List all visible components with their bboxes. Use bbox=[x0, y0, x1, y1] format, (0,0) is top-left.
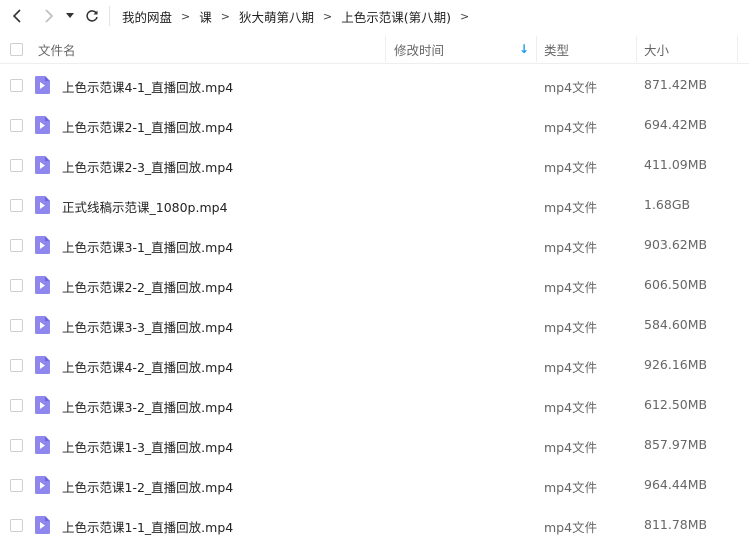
file-size: 612.50MB bbox=[644, 397, 708, 412]
file-size: 926.16MB bbox=[644, 357, 708, 372]
video-file-icon bbox=[34, 116, 50, 134]
select-all-checkbox[interactable] bbox=[10, 34, 23, 64]
file-row[interactable]: 上色示范课3-1_直播回放.mp4 mp4文件 903.62MB bbox=[0, 225, 749, 265]
breadcrumb-item[interactable]: 课 bbox=[199, 7, 212, 26]
row-checkbox[interactable] bbox=[10, 359, 23, 372]
video-file-icon bbox=[34, 276, 50, 294]
file-size: 903.62MB bbox=[644, 237, 708, 252]
video-file-icon bbox=[34, 196, 50, 214]
file-row[interactable]: 上色示范课1-1_直播回放.mp4 mp4文件 811.78MB bbox=[0, 505, 749, 545]
column-divider[interactable] bbox=[737, 36, 738, 62]
file-size: 411.09MB bbox=[644, 157, 708, 172]
column-header-modified[interactable]: 修改时间 bbox=[394, 34, 444, 64]
file-name[interactable]: 上色示范课3-2_直播回放.mp4 bbox=[62, 397, 233, 416]
video-file-icon bbox=[34, 396, 50, 414]
file-row[interactable]: 上色示范课1-2_直播回放.mp4 mp4文件 964.44MB bbox=[0, 465, 749, 505]
refresh-icon[interactable] bbox=[81, 5, 103, 27]
breadcrumb-separator-icon: > bbox=[220, 10, 230, 23]
file-type: mp4文件 bbox=[544, 320, 598, 335]
row-checkbox[interactable] bbox=[10, 439, 23, 452]
file-name[interactable]: 上色示范课3-3_直播回放.mp4 bbox=[62, 317, 233, 336]
file-row[interactable]: 上色示范课3-3_直播回放.mp4 mp4文件 584.60MB bbox=[0, 305, 749, 345]
file-type: mp4文件 bbox=[544, 280, 598, 295]
column-header-name[interactable]: 文件名 bbox=[38, 34, 76, 64]
file-size: 584.60MB bbox=[644, 317, 708, 332]
file-row[interactable]: 上色示范课2-1_直播回放.mp4 mp4文件 694.42MB bbox=[0, 105, 749, 145]
file-type: mp4文件 bbox=[544, 160, 598, 175]
video-file-icon bbox=[34, 76, 50, 94]
file-list-header: 文件名 修改时间 ↓ 类型 大小 bbox=[0, 34, 749, 64]
file-name[interactable]: 上色示范课4-2_直播回放.mp4 bbox=[62, 357, 233, 376]
video-file-icon bbox=[34, 316, 50, 334]
row-checkbox[interactable] bbox=[10, 119, 23, 132]
video-file-icon bbox=[34, 236, 50, 254]
file-size: 857.97MB bbox=[644, 437, 708, 452]
file-name[interactable]: 上色示范课3-1_直播回放.mp4 bbox=[62, 237, 233, 256]
video-file-icon bbox=[34, 476, 50, 494]
file-name[interactable]: 上色示范课1-2_直播回放.mp4 bbox=[62, 477, 233, 496]
row-checkbox[interactable] bbox=[10, 79, 23, 92]
row-checkbox[interactable] bbox=[10, 399, 23, 412]
file-size: 694.42MB bbox=[644, 117, 708, 132]
file-type: mp4文件 bbox=[544, 520, 598, 535]
file-size: 811.78MB bbox=[644, 517, 708, 532]
file-size: 1.68GB bbox=[644, 197, 691, 212]
video-file-icon bbox=[34, 356, 50, 374]
video-file-icon bbox=[34, 516, 50, 534]
back-arrow-icon[interactable] bbox=[7, 5, 29, 27]
file-type: mp4文件 bbox=[544, 120, 598, 135]
file-row[interactable]: 上色示范课2-3_直播回放.mp4 mp4文件 411.09MB bbox=[0, 145, 749, 185]
file-size: 964.44MB bbox=[644, 477, 708, 492]
file-name[interactable]: 上色示范课1-3_直播回放.mp4 bbox=[62, 437, 233, 456]
sort-arrow-icon[interactable]: ↓ bbox=[519, 34, 529, 64]
breadcrumb-separator-icon: > bbox=[181, 10, 191, 23]
breadcrumb-item[interactable]: 我的网盘 bbox=[122, 7, 172, 26]
toolbar-divider bbox=[109, 6, 110, 26]
column-header-size[interactable]: 大小 bbox=[644, 34, 669, 64]
file-size: 606.50MB bbox=[644, 277, 708, 292]
breadcrumb-separator-icon: > bbox=[322, 10, 333, 23]
file-row[interactable]: 上色示范课1-3_直播回放.mp4 mp4文件 857.97MB bbox=[0, 425, 749, 465]
forward-arrow-icon[interactable] bbox=[37, 5, 59, 27]
video-file-icon bbox=[34, 436, 50, 454]
file-name[interactable]: 上色示范课2-3_直播回放.mp4 bbox=[62, 157, 233, 176]
file-row[interactable]: 上色示范课4-2_直播回放.mp4 mp4文件 926.16MB bbox=[0, 345, 749, 385]
file-type: mp4文件 bbox=[544, 80, 598, 95]
file-row[interactable]: 上色示范课3-2_直播回放.mp4 mp4文件 612.50MB bbox=[0, 385, 749, 425]
column-header-type[interactable]: 类型 bbox=[544, 34, 569, 64]
row-checkbox[interactable] bbox=[10, 159, 23, 172]
toolbar: 我的网盘 > 课 > 狄大萌第八期 > 上色示范课(第八期) > bbox=[0, 0, 749, 34]
breadcrumb-separator-icon: > bbox=[459, 10, 470, 23]
file-name[interactable]: 上色示范课1-1_直播回放.mp4 bbox=[62, 517, 233, 536]
file-type: mp4文件 bbox=[544, 480, 598, 495]
row-checkbox[interactable] bbox=[10, 479, 23, 492]
file-size: 871.42MB bbox=[644, 77, 708, 92]
file-name[interactable]: 上色示范课2-2_直播回放.mp4 bbox=[62, 277, 233, 296]
column-divider[interactable] bbox=[385, 36, 386, 62]
history-dropdown-icon[interactable] bbox=[62, 5, 78, 27]
file-name[interactable]: 上色示范课4-1_直播回放.mp4 bbox=[62, 77, 233, 96]
file-type: mp4文件 bbox=[544, 360, 598, 375]
file-type: mp4文件 bbox=[544, 440, 598, 455]
checkbox[interactable] bbox=[10, 42, 23, 56]
file-row[interactable]: 上色示范课4-1_直播回放.mp4 mp4文件 871.42MB bbox=[0, 65, 749, 105]
file-name[interactable]: 上色示范课2-1_直播回放.mp4 bbox=[62, 117, 233, 136]
file-type: mp4文件 bbox=[544, 200, 598, 215]
video-file-icon bbox=[34, 156, 50, 174]
row-checkbox[interactable] bbox=[10, 279, 23, 292]
breadcrumb: 我的网盘 > 课 > 狄大萌第八期 > 上色示范课(第八期) > bbox=[122, 7, 478, 26]
breadcrumb-item[interactable]: 上色示范课(第八期) bbox=[341, 7, 451, 26]
column-divider[interactable] bbox=[536, 36, 537, 62]
row-checkbox[interactable] bbox=[10, 239, 23, 252]
column-divider[interactable] bbox=[636, 36, 637, 62]
file-type: mp4文件 bbox=[544, 240, 598, 255]
file-name[interactable]: 正式线稿示范课_1080p.mp4 bbox=[62, 197, 228, 216]
file-row[interactable]: 上色示范课2-2_直播回放.mp4 mp4文件 606.50MB bbox=[0, 265, 749, 305]
file-row[interactable]: 正式线稿示范课_1080p.mp4 mp4文件 1.68GB bbox=[0, 185, 749, 225]
breadcrumb-item[interactable]: 狄大萌第八期 bbox=[239, 7, 314, 26]
row-checkbox[interactable] bbox=[10, 319, 23, 332]
row-checkbox[interactable] bbox=[10, 519, 23, 532]
file-type: mp4文件 bbox=[544, 400, 598, 415]
row-checkbox[interactable] bbox=[10, 199, 23, 212]
